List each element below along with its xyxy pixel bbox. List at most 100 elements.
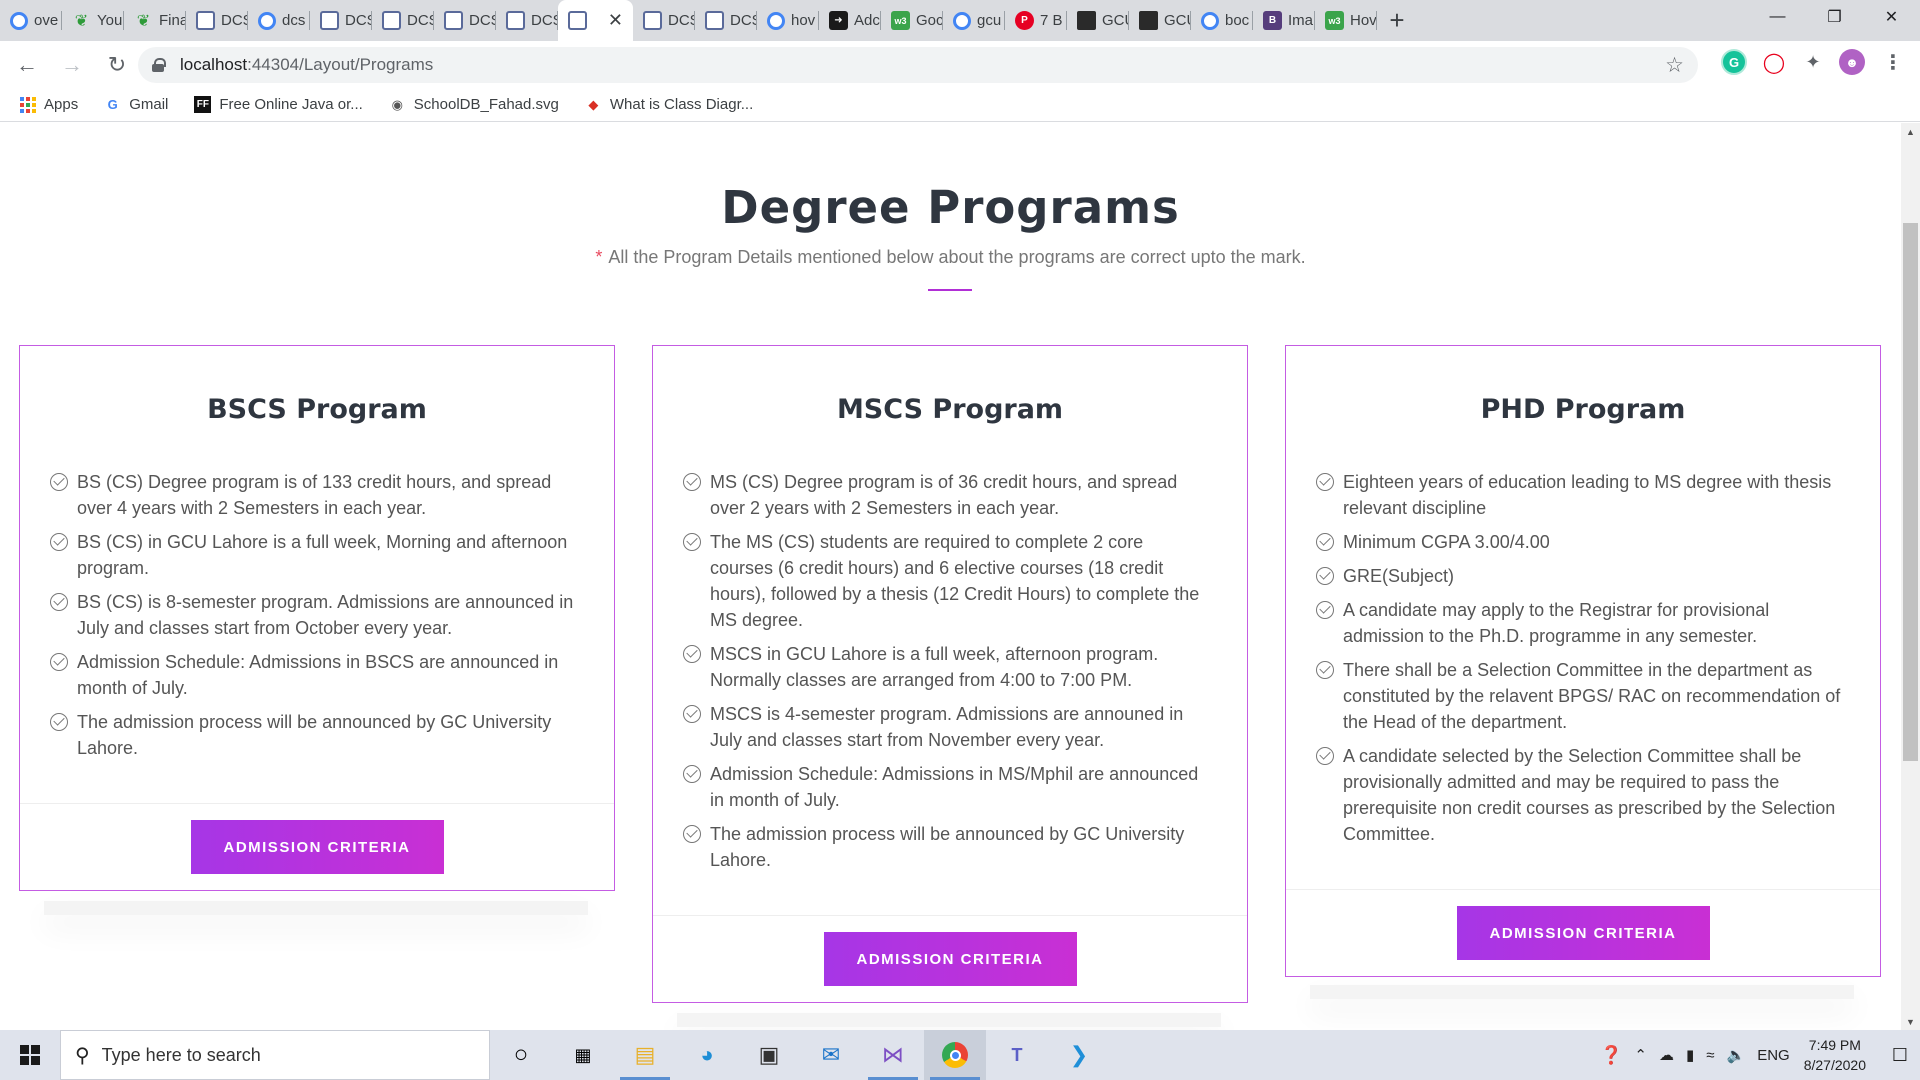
admission-criteria-button[interactable]: ADMISSION CRITERIA: [1456, 906, 1710, 960]
browser-tab-active[interactable]: ✕: [558, 0, 633, 41]
list-item: MSCS is 4-semester program. Admissions a…: [683, 701, 1211, 753]
browser-tab[interactable]: dcs: [248, 0, 310, 41]
browser-tab[interactable]: w3 Goc: [881, 0, 943, 41]
teams-icon[interactable]: T: [986, 1030, 1048, 1080]
tab-title: boc: [1225, 12, 1250, 29]
browser-tab[interactable]: DCS: [310, 0, 372, 41]
bookmark-schooldb[interactable]: ◉ SchoolDB_Fahad.svg: [389, 96, 559, 113]
tab-title: Fina: [159, 12, 186, 29]
page-scrollbar[interactable]: ▲ ▼: [1901, 123, 1920, 1030]
bookmark-class-diagram[interactable]: ◆ What is Class Diagr...: [585, 96, 753, 113]
browser-tab[interactable]: GCU: [1067, 0, 1129, 41]
scroll-thumb[interactable]: [1903, 223, 1918, 761]
minimize-button[interactable]: —: [1749, 0, 1806, 34]
google-icon: [10, 11, 28, 30]
language-indicator[interactable]: ENG: [1757, 1047, 1790, 1064]
profile-avatar[interactable]: ☻: [1839, 49, 1865, 75]
close-window-button[interactable]: ✕: [1863, 0, 1920, 34]
opera-extension-icon[interactable]: ◯: [1761, 49, 1787, 75]
extensions-puzzle-icon[interactable]: ✦: [1800, 49, 1826, 75]
bookmark-apps[interactable]: Apps: [20, 96, 78, 113]
list-item: A candidate may apply to the Registrar f…: [1316, 597, 1844, 649]
lock-icon[interactable]: [152, 58, 166, 72]
list-item: BS (CS) is 8-semester program. Admission…: [50, 589, 578, 641]
browser-tab[interactable]: ❦ You: [62, 0, 124, 41]
reload-button[interactable]: ↻: [99, 47, 135, 83]
forward-button[interactable]: →: [54, 47, 90, 83]
bookmark-gmail[interactable]: G Gmail: [104, 96, 169, 113]
bookmark-star-icon[interactable]: ☆: [1665, 53, 1684, 78]
browser-tab[interactable]: DCS: [186, 0, 248, 41]
notification-center-icon[interactable]: ☐: [1880, 1030, 1920, 1080]
bookmark-free-online-java[interactable]: FF Free Online Java or...: [194, 96, 363, 113]
shield-icon: [705, 11, 724, 30]
restore-button[interactable]: ❐: [1806, 0, 1863, 34]
bookmark-label: Gmail: [129, 96, 169, 113]
task-view-icon[interactable]: ▦: [552, 1030, 614, 1080]
file-explorer-icon[interactable]: ▤: [614, 1030, 676, 1080]
list-item: BS (CS) Degree program is of 133 credit …: [50, 469, 578, 521]
check-circle-icon: [683, 533, 701, 551]
globe-icon: ◉: [391, 96, 403, 112]
taskbar-search-box[interactable]: ⚲ Type here to search: [60, 1030, 490, 1080]
admission-criteria-button[interactable]: ADMISSION CRITERIA: [190, 820, 444, 874]
tab-title: DCS: [469, 12, 496, 29]
leaf-icon: ❦: [74, 12, 89, 30]
browser-tab[interactable]: DCS: [633, 0, 695, 41]
diamond-icon: ◆: [588, 96, 599, 112]
store-icon[interactable]: ▣: [738, 1030, 800, 1080]
show-hidden-icons-chevron-icon[interactable]: ⌃: [1634, 1046, 1647, 1064]
scroll-down-arrow-icon[interactable]: ▼: [1901, 1013, 1920, 1030]
browser-tab[interactable]: ❦ Fina: [124, 0, 186, 41]
chrome-icon[interactable]: [924, 1030, 986, 1080]
start-button[interactable]: [0, 1030, 60, 1080]
list-item: Eighteen years of education leading to M…: [1316, 469, 1844, 521]
program-details-list: MS (CS) Degree program is of 36 credit h…: [653, 425, 1247, 873]
item-text: MSCS is 4-semester program. Admissions a…: [710, 704, 1184, 750]
shield-icon: [444, 11, 463, 30]
edge-icon[interactable]: ◕: [676, 1030, 738, 1080]
item-text: GRE(Subject): [1343, 566, 1455, 586]
grammarly-extension-icon[interactable]: G: [1721, 49, 1747, 75]
item-text: Minimum CGPA 3.00/4.00: [1343, 532, 1550, 552]
browser-tab[interactable]: gcu: [943, 0, 1005, 41]
page-title: Degree Programs: [721, 181, 1180, 234]
search-icon: ⚲: [75, 1044, 90, 1067]
shield-icon: [382, 11, 401, 30]
chrome-menu-icon[interactable]: ⋮: [1880, 49, 1906, 75]
leaf-icon: ❦: [136, 12, 151, 30]
browser-tab[interactable]: DCS: [496, 0, 558, 41]
onedrive-cloud-icon[interactable]: ☁: [1659, 1046, 1674, 1064]
browser-tab[interactable]: DCS: [372, 0, 434, 41]
scroll-up-arrow-icon[interactable]: ▲: [1901, 123, 1920, 140]
tab-title: Hov: [1350, 12, 1377, 29]
browser-tab[interactable]: ove: [0, 0, 62, 41]
mail-icon[interactable]: ✉: [800, 1030, 862, 1080]
close-tab-icon[interactable]: ✕: [604, 10, 627, 31]
browser-tab[interactable]: DCS: [434, 0, 496, 41]
browser-tab[interactable]: B Ima: [1253, 0, 1315, 41]
browser-tab[interactable]: ➜ Adc: [819, 0, 881, 41]
clock[interactable]: 7:49 PM 8/27/2020: [1804, 1035, 1866, 1075]
new-tab-button[interactable]: +: [1377, 0, 1417, 41]
back-button[interactable]: ←: [9, 47, 45, 83]
tab-title: GCU: [1102, 12, 1129, 29]
card-footer: ADMISSION CRITERIA: [653, 915, 1247, 1002]
browser-tab[interactable]: w3 Hov: [1315, 0, 1377, 41]
browser-tab[interactable]: P 7 B: [1005, 0, 1067, 41]
vscode-icon[interactable]: ❯: [1048, 1030, 1110, 1080]
browser-tab[interactable]: boc: [1191, 0, 1253, 41]
visual-studio-icon[interactable]: ⋈: [862, 1030, 924, 1080]
tab-title: gcu: [977, 12, 1002, 29]
wifi-icon[interactable]: ≈: [1706, 1047, 1714, 1064]
address-bar[interactable]: localhost:44304/Layout/Programs ☆: [138, 47, 1698, 83]
battery-icon[interactable]: ▮: [1686, 1046, 1694, 1064]
browser-tab[interactable]: hov: [757, 0, 819, 41]
cortana-icon[interactable]: ○: [490, 1030, 552, 1080]
browser-tab[interactable]: GCU: [1129, 0, 1191, 41]
list-item: MSCS in GCU Lahore is a full week, after…: [683, 641, 1211, 693]
admission-criteria-button[interactable]: ADMISSION CRITERIA: [823, 932, 1077, 986]
volume-icon[interactable]: 🔈: [1727, 1046, 1746, 1064]
help-icon[interactable]: ❓: [1600, 1045, 1622, 1066]
browser-tab[interactable]: DCS: [695, 0, 757, 41]
